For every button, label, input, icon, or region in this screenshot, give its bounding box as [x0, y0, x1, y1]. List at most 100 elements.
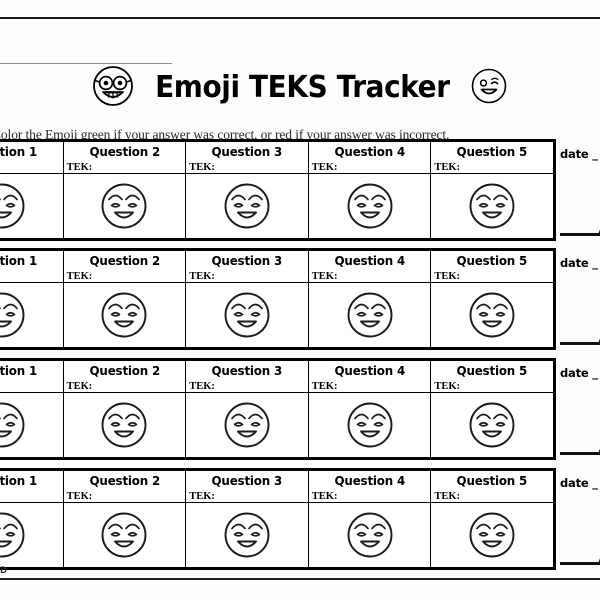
- smiling-closed-eyes-emoji-icon[interactable]: [0, 503, 63, 567]
- date-label: date _: [560, 476, 598, 490]
- tek-field-label[interactable]: TEK:: [431, 491, 553, 503]
- emoji-answer-cell[interactable]: [62, 392, 187, 458]
- question-table: Question 1 TEK: Question 2 TEK: Question 3 TE…: [0, 470, 554, 568]
- tek-field-label[interactable]: TEK:: [431, 162, 553, 174]
- question-label: Question 3: [211, 473, 283, 488]
- tek-field-label[interactable]: TEK:: [64, 162, 186, 174]
- emoji-answer-cell[interactable]: [307, 502, 432, 568]
- smiling-closed-eyes-emoji-icon[interactable]: [431, 393, 553, 457]
- smiling-closed-eyes-emoji-icon[interactable]: [431, 174, 553, 238]
- emoji-answer-cell[interactable]: [0, 392, 64, 458]
- tek-field-label[interactable]: TEK:: [309, 491, 431, 503]
- tek-field-label[interactable]: TEK:: [309, 381, 431, 393]
- smiling-closed-eyes-emoji-icon[interactable]: [64, 393, 186, 457]
- emoji-answer-cell[interactable]: [430, 282, 554, 348]
- tek-field-label[interactable]: TEK:: [186, 491, 308, 503]
- question-header-cell: Question 3 TEK:: [185, 470, 309, 503]
- tek-field-label[interactable]: TEK:: [186, 162, 308, 174]
- question-header-cell: Question 3 TEK:: [185, 360, 309, 393]
- smiling-closed-eyes-emoji-icon[interactable]: [431, 503, 553, 567]
- emoji-answer-cell[interactable]: [62, 282, 187, 348]
- table-header-row: Question 1 TEK: Question 2 TEK: Question 3 TE…: [0, 250, 554, 283]
- smiling-closed-eyes-emoji-icon[interactable]: [431, 283, 553, 347]
- question-header-cell: Question 1 TEK:: [0, 141, 64, 174]
- tek-field-label[interactable]: TEK:: [431, 381, 553, 393]
- question-header-cell: Question 3 TEK:: [185, 141, 309, 174]
- tek-field-label[interactable]: TEK:: [309, 162, 431, 174]
- tek-field-label[interactable]: TEK:: [431, 271, 553, 283]
- tracker-block: Question 1 TEK: Question 2 TEK: Question 3 TE…: [0, 468, 556, 570]
- smiling-closed-eyes-emoji-icon[interactable]: [64, 174, 186, 238]
- emoji-answer-cell[interactable]: [185, 392, 309, 458]
- emoji-answer-cell[interactable]: [185, 282, 309, 348]
- table-row: [0, 392, 554, 458]
- date-write-line[interactable]: [560, 233, 600, 236]
- smiling-closed-eyes-emoji-icon[interactable]: [186, 174, 308, 238]
- emoji-answer-cell[interactable]: [0, 502, 64, 568]
- date-write-line[interactable]: [560, 452, 600, 455]
- smiling-closed-eyes-emoji-icon[interactable]: [186, 283, 308, 347]
- question-label: Question 3: [211, 363, 283, 378]
- question-header-cell: Question 3 TEK:: [185, 250, 309, 283]
- smiling-closed-eyes-emoji-icon[interactable]: [309, 283, 431, 347]
- question-header-cell: Question 2 TEK:: [62, 360, 187, 393]
- question-label: Question 5: [456, 144, 528, 159]
- tek-field-label[interactable]: TEK:: [309, 271, 431, 283]
- date-entry[interactable]: date _: [560, 470, 600, 566]
- emoji-answer-cell[interactable]: [307, 173, 432, 239]
- question-header-cell: Question 2 TEK:: [62, 141, 187, 174]
- smiling-closed-eyes-emoji-icon[interactable]: [186, 503, 308, 567]
- tek-field-label[interactable]: TEK:: [0, 163, 63, 174]
- smiling-closed-eyes-emoji-icon[interactable]: [309, 503, 431, 567]
- emoji-answer-cell[interactable]: [430, 502, 554, 568]
- tek-field-label[interactable]: TEK:: [0, 272, 63, 283]
- date-label: date _: [560, 366, 598, 380]
- tek-field-label[interactable]: TEK:: [64, 381, 186, 393]
- smiling-closed-eyes-emoji-icon[interactable]: [64, 283, 186, 347]
- question-table: Question 1 TEK: Question 2 TEK: Question 3 TE…: [0, 250, 554, 348]
- table-header-row: Question 1 TEK: Question 2 TEK: Question 3 TE…: [0, 360, 554, 393]
- date-entry[interactable]: date _: [560, 250, 600, 346]
- date-entry[interactable]: date _: [560, 141, 600, 237]
- table-row: [0, 502, 554, 568]
- question-header-cell: Question 5 TEK:: [430, 141, 554, 174]
- smiling-closed-eyes-emoji-icon[interactable]: [309, 174, 431, 238]
- date-write-line[interactable]: [560, 562, 600, 565]
- tracker-block: Question 1 TEK: Question 2 TEK: Question 3 TE…: [0, 139, 556, 241]
- table-row: [0, 173, 554, 239]
- question-label: Question 4: [334, 253, 405, 268]
- date-write-line[interactable]: [560, 342, 600, 345]
- emoji-answer-cell[interactable]: [430, 173, 554, 239]
- winking-emoji-icon: [470, 67, 508, 110]
- smiling-closed-eyes-emoji-icon[interactable]: [186, 393, 308, 457]
- emoji-answer-cell[interactable]: [0, 173, 64, 239]
- table-header-row: Question 1 TEK: Question 2 TEK: Question 3 TE…: [0, 470, 554, 503]
- date-label: date _: [560, 256, 598, 270]
- emoji-answer-cell[interactable]: [430, 392, 554, 458]
- tek-field-label[interactable]: TEK:: [64, 271, 186, 283]
- smiling-closed-eyes-emoji-icon[interactable]: [64, 503, 186, 567]
- question-label: Question 3: [211, 253, 283, 268]
- tek-field-label[interactable]: TEK:: [186, 381, 308, 393]
- table-row: [0, 282, 554, 348]
- smiling-closed-eyes-emoji-icon[interactable]: [0, 174, 63, 238]
- question-header-cell: Question 2 TEK:: [62, 250, 187, 283]
- tek-field-label[interactable]: TEK:: [0, 382, 63, 393]
- smiling-closed-eyes-emoji-icon[interactable]: [0, 393, 63, 457]
- question-table: Question 1 TEK: Question 2 TEK: Question 3 TE…: [0, 141, 554, 239]
- tek-field-label[interactable]: TEK:: [0, 492, 63, 503]
- emoji-answer-cell[interactable]: [185, 502, 309, 568]
- emoji-answer-cell[interactable]: [62, 173, 187, 239]
- title-row: Emoji TEKS Tracker: [0, 62, 600, 114]
- tek-field-label[interactable]: TEK:: [186, 271, 308, 283]
- emoji-answer-cell[interactable]: [307, 282, 432, 348]
- emoji-answer-cell[interactable]: [185, 173, 309, 239]
- emoji-answer-cell[interactable]: [0, 282, 64, 348]
- smiling-closed-eyes-emoji-icon[interactable]: [0, 283, 63, 347]
- emoji-answer-cell[interactable]: [62, 502, 187, 568]
- question-header-cell: Question 1 TEK:: [0, 250, 64, 283]
- tek-field-label[interactable]: TEK:: [64, 491, 186, 503]
- emoji-answer-cell[interactable]: [307, 392, 432, 458]
- smiling-closed-eyes-emoji-icon[interactable]: [309, 393, 431, 457]
- date-entry[interactable]: date _: [560, 360, 600, 456]
